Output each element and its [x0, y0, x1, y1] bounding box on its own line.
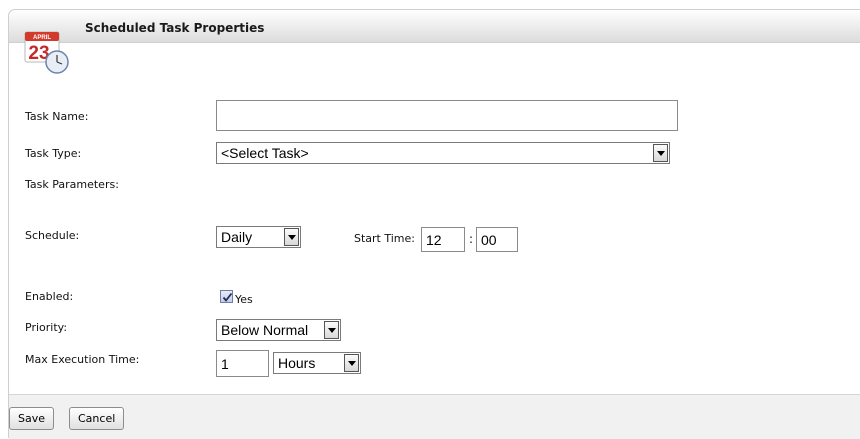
task-type-select[interactable]: <Select Task>: [216, 142, 670, 164]
save-button[interactable]: Save: [9, 407, 55, 430]
start-minute-input[interactable]: [476, 227, 518, 252]
checkmark-icon: [222, 292, 233, 302]
chevron-down-icon[interactable]: [653, 144, 668, 162]
enabled-label: Enabled:: [25, 290, 74, 303]
time-separator: :: [469, 232, 474, 246]
chevron-down-icon[interactable]: [284, 228, 299, 246]
page-title: Scheduled Task Properties: [85, 21, 265, 35]
priority-select[interactable]: Below Normal: [216, 319, 341, 341]
enabled-checkbox[interactable]: [220, 290, 233, 303]
cancel-button[interactable]: Cancel: [69, 407, 125, 430]
scheduled-task-panel: Scheduled Task Properties APRIL 23 Task …: [8, 9, 860, 439]
task-name-input[interactable]: [216, 100, 678, 131]
task-parameters-label: Task Parameters:: [25, 178, 119, 191]
schedule-select[interactable]: Daily: [216, 226, 301, 248]
task-name-label: Task Name:: [25, 110, 89, 123]
max-execution-time-label: Max Execution Time:: [25, 353, 140, 366]
start-time-label: Start Time:: [354, 232, 415, 245]
execution-unit-value: Hours: [278, 355, 316, 371]
calendar-month: APRIL: [33, 35, 51, 41]
chevron-down-icon[interactable]: [324, 321, 339, 339]
task-type-label: Task Type:: [25, 147, 82, 160]
schedule-label: Schedule:: [25, 229, 80, 242]
panel-header: Scheduled Task Properties: [9, 10, 860, 43]
start-hour-input[interactable]: [421, 227, 465, 252]
chevron-down-icon[interactable]: [344, 354, 359, 372]
max-execution-time-input[interactable]: [216, 350, 269, 377]
task-type-value: <Select Task>: [221, 145, 309, 161]
execution-unit-select[interactable]: Hours: [273, 352, 361, 374]
schedule-value: Daily: [221, 229, 253, 245]
priority-value: Below Normal: [221, 322, 309, 338]
enabled-yes-label: Yes: [235, 293, 253, 306]
priority-label: Priority:: [25, 321, 68, 334]
calendar-clock-icon: APRIL 23: [22, 26, 74, 78]
button-bar: Save Cancel: [9, 394, 860, 439]
